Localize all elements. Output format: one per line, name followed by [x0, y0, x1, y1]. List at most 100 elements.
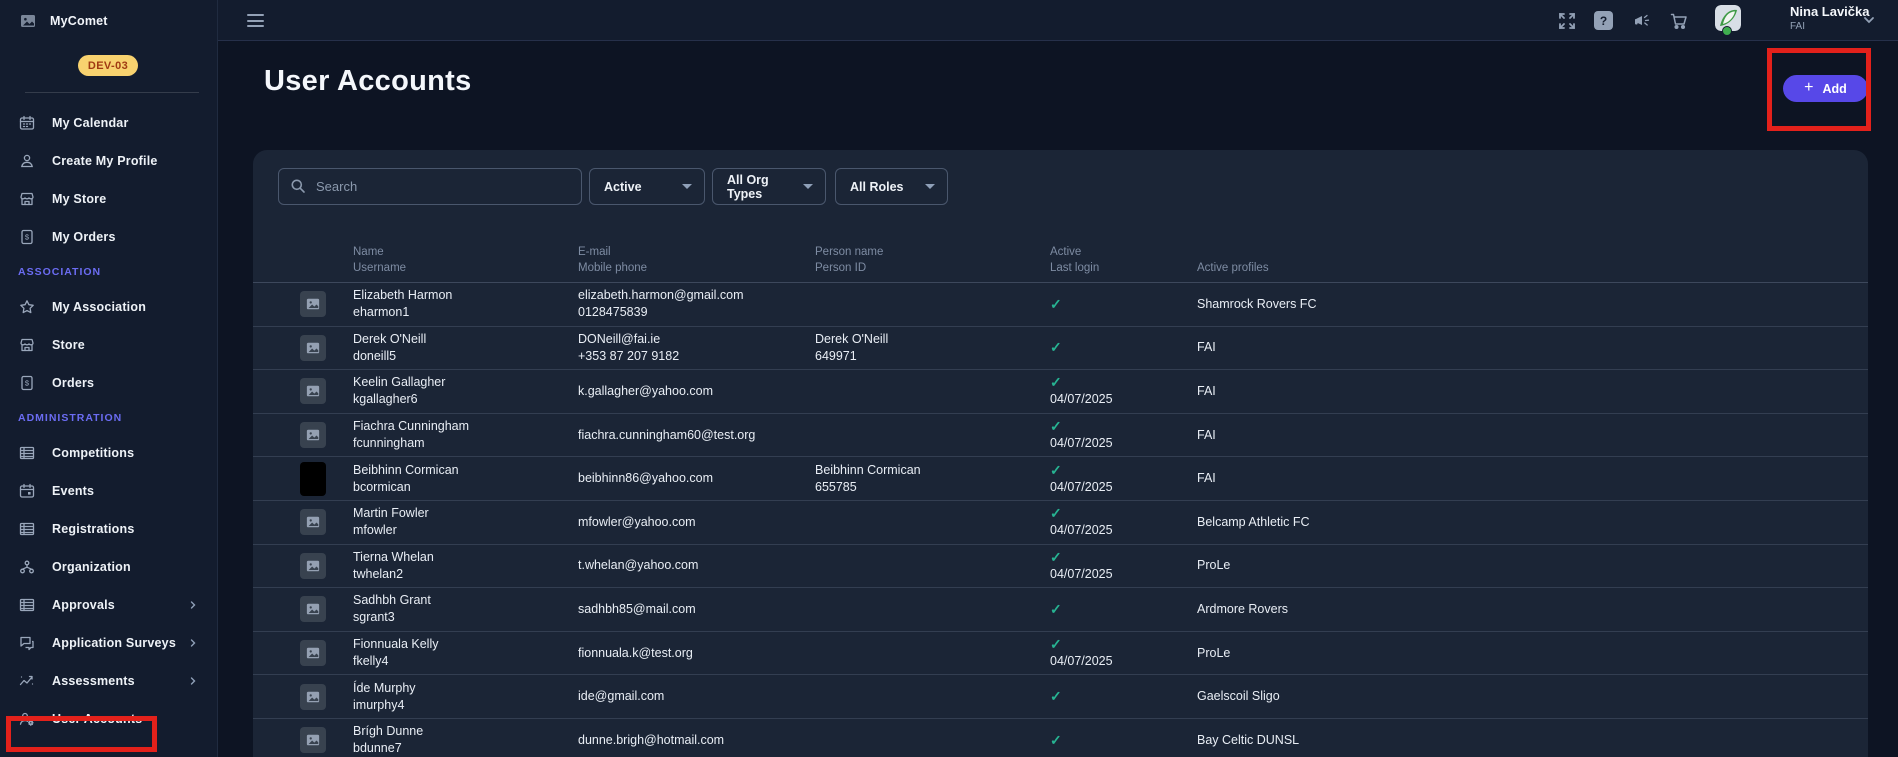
avatar: [300, 291, 326, 317]
sidebar-item-orders[interactable]: $Orders: [0, 364, 217, 402]
user-menu[interactable]: Nina Lavička FAI: [1790, 4, 1870, 32]
col-active-profiles: Active profiles: [1197, 260, 1868, 276]
sidebar-item-label: My Store: [52, 192, 106, 206]
table-row[interactable]: Íde Murphyimurphy4 ide@gmail.com ✓ Gaels…: [253, 675, 1868, 719]
sidebar-item-label: Create My Profile: [52, 154, 158, 168]
sidebar-item-my-calendar[interactable]: My Calendar: [0, 104, 217, 142]
sidebar-item-competitions[interactable]: Competitions: [0, 434, 217, 472]
person-name: Derek O'Neill: [815, 331, 1050, 348]
active-profiles: FAI: [1197, 427, 1868, 444]
sidebar-item-my-orders[interactable]: $My Orders: [0, 218, 217, 256]
active-check-icon: ✓: [1050, 505, 1197, 522]
sidebar-item-application-surveys[interactable]: Application Surveys: [0, 624, 217, 662]
avatar: [300, 509, 326, 535]
col-name: Name: [353, 244, 578, 260]
last-login: 04/07/2025: [1050, 522, 1197, 539]
user-name: Fionnuala Kelly: [353, 636, 578, 653]
app-logo-row[interactable]: MyComet: [0, 0, 217, 41]
cart-icon[interactable]: [1669, 11, 1689, 31]
svg-text:$: $: [25, 379, 30, 388]
sidebar-section-association: ASSOCIATION: [0, 256, 217, 288]
active-profiles: Ardmore Rovers: [1197, 601, 1868, 618]
sidebar-item-assessments[interactable]: Assessments: [0, 662, 217, 700]
table-row[interactable]: Beibhinn Cormicanbcormican beibhinn86@ya…: [253, 457, 1868, 501]
add-button-label: Add: [1823, 82, 1847, 96]
sidebar-item-label: Events: [52, 484, 94, 498]
svg-text:$: $: [25, 233, 30, 242]
menu-icon[interactable]: [247, 14, 264, 27]
user-gear-icon: [19, 711, 35, 727]
last-login: 04/07/2025: [1050, 653, 1197, 670]
sidebar-item-my-store[interactable]: My Store: [0, 180, 217, 218]
page-title: User Accounts: [264, 65, 472, 98]
search-input[interactable]: [278, 168, 582, 205]
table-row[interactable]: Keelin Gallagherkgallagher6 k.gallagher@…: [253, 370, 1868, 414]
table-row[interactable]: Elizabeth Harmoneharmon1 elizabeth.harmo…: [253, 283, 1868, 327]
user-username: bcormican: [353, 479, 578, 496]
sidebar-item-organization[interactable]: Organization: [0, 548, 217, 586]
calendar-icon: [19, 115, 35, 131]
active-check-icon: ✓: [1050, 601, 1197, 618]
user-username: eharmon1: [353, 304, 578, 321]
active-profiles: Gaelscoil Sligo: [1197, 688, 1868, 705]
user-name: Elizabeth Harmon: [353, 287, 578, 304]
chevron-down-icon[interactable]: [1863, 14, 1875, 26]
user-username: fkelly4: [353, 653, 578, 670]
org-tree-icon: [19, 559, 35, 575]
sidebar-item-label: My Association: [52, 300, 146, 314]
table-row[interactable]: Sadhbh Grantsgrant3 sadhbh85@mail.com ✓ …: [253, 588, 1868, 632]
user-name: Martin Fowler: [353, 505, 578, 522]
status-filter-value: Active: [604, 180, 642, 194]
user-username: doneill5: [353, 348, 578, 365]
sidebar-nav: My CalendarCreate My ProfileMy Store$My …: [0, 104, 217, 738]
sidebar-item-my-association[interactable]: My Association: [0, 288, 217, 326]
image-placeholder-icon: [306, 733, 320, 747]
add-button[interactable]: + Add: [1783, 75, 1868, 102]
status-filter-dropdown[interactable]: Active: [589, 168, 705, 205]
table-row[interactable]: Martin Fowlermfowler mfowler@yahoo.com ✓…: [253, 501, 1868, 545]
avatar: [300, 553, 326, 579]
user-username: kgallagher6: [353, 391, 578, 408]
announcements-icon[interactable]: [1632, 11, 1652, 31]
user-username: bdunne7: [353, 740, 578, 757]
sidebar-item-approvals[interactable]: Approvals: [0, 586, 217, 624]
table-row[interactable]: Fiachra Cunninghamfcunningham fiachra.cu…: [253, 414, 1868, 458]
roles-filter-dropdown[interactable]: All Roles: [835, 168, 948, 205]
sidebar: MyComet DEV-03 My CalendarCreate My Prof…: [0, 0, 218, 757]
table-row[interactable]: Fionnuala Kellyfkelly4 fionnuala.k@test.…: [253, 632, 1868, 676]
sidebar-item-events[interactable]: Events: [0, 472, 217, 510]
avatar: [300, 684, 326, 710]
sidebar-item-user-accounts[interactable]: User Accounts: [0, 700, 217, 738]
table-body: Elizabeth Harmoneharmon1 elizabeth.harmo…: [253, 283, 1868, 757]
active-profiles: FAI: [1197, 339, 1868, 356]
sidebar-item-label: Assessments: [52, 674, 135, 688]
active-profiles: FAI: [1197, 470, 1868, 487]
user-accounts-panel: Active All Org Types All Roles NameUsern…: [253, 150, 1868, 757]
avatar: [300, 462, 326, 496]
col-email: E-mail: [578, 244, 815, 260]
help-icon[interactable]: ?: [1594, 11, 1613, 30]
org-type-filter-dropdown[interactable]: All Org Types: [712, 168, 826, 205]
plus-icon: +: [1804, 80, 1813, 96]
table-row[interactable]: Tierna Whelantwhelan2 t.whelan@yahoo.com…: [253, 545, 1868, 589]
table-row[interactable]: Brígh Dunnebdunne7 dunne.brigh@hotmail.c…: [253, 719, 1868, 757]
user-email: DONeill@fai.ie: [578, 331, 815, 348]
sidebar-item-store[interactable]: Store: [0, 326, 217, 364]
active-check-icon: ✓: [1050, 732, 1197, 749]
avatar: [300, 727, 326, 753]
caret-down-icon: [682, 184, 692, 189]
store-icon: [19, 337, 35, 353]
sidebar-item-create-my-profile[interactable]: Create My Profile: [0, 142, 217, 180]
avatar: [300, 378, 326, 404]
image-placeholder-icon: [306, 690, 320, 704]
sidebar-item-registrations[interactable]: Registrations: [0, 510, 217, 548]
table-row[interactable]: Derek O'Neill doneill5 DONeill@fai.ie+353…: [253, 327, 1868, 371]
user-email: sadhbh85@mail.com: [578, 601, 815, 618]
image-placeholder-icon: [306, 515, 320, 529]
caret-down-icon: [925, 184, 935, 189]
sidebar-item-label: Registrations: [52, 522, 134, 536]
active-check-icon: ✓: [1050, 688, 1197, 705]
fullscreen-icon[interactable]: [1557, 11, 1577, 31]
user-phone: +353 87 207 9182: [578, 348, 815, 365]
col-last-login: Last login: [1050, 260, 1197, 276]
